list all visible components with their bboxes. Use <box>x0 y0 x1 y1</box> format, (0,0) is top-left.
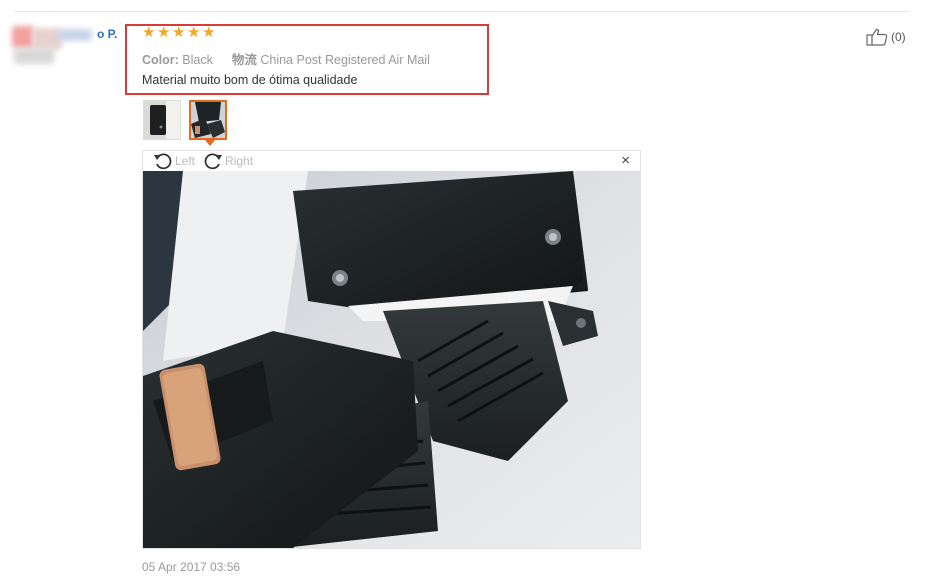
review-photo-thumbnail[interactable] <box>143 100 181 140</box>
color-label: Color: <box>142 53 179 67</box>
review-photo <box>143 171 640 548</box>
review-photo-thumbnail-active[interactable] <box>189 100 227 140</box>
rotate-right-label: Right <box>225 154 254 168</box>
avatar <box>12 24 92 70</box>
reviewer-name-link[interactable]: o P. <box>97 27 117 41</box>
color-value: Black <box>182 53 213 67</box>
photo-thumbnail-image <box>144 101 180 139</box>
rotate-left-button[interactable]: Left <box>153 152 195 170</box>
star-icon: ★ <box>202 24 216 41</box>
rotate-right-button[interactable]: Right <box>203 152 253 170</box>
star-icon: ★ <box>142 24 156 41</box>
rotate-right-icon <box>204 153 223 170</box>
photo-thumbnail-image <box>191 102 225 138</box>
active-thumbnail-indicator <box>205 140 215 146</box>
shipping-value: China Post Registered Air Mail <box>260 53 430 67</box>
thumbs-up-icon <box>866 28 888 46</box>
viewer-toolbar: Left Right <box>153 151 261 171</box>
helpful-count: (0) <box>891 30 906 44</box>
star-icon: ★ <box>187 24 201 41</box>
close-viewer-button[interactable]: × <box>621 153 630 169</box>
review-date: 05 Apr 2017 03:56 <box>142 560 241 574</box>
section-divider <box>14 11 909 12</box>
review-meta: Color: Black 物流 China Post Registered Ai… <box>142 49 430 68</box>
star-icon: ★ <box>172 24 186 41</box>
shipping-label: 物流 <box>231 53 257 67</box>
photo-viewer: Left Right × <box>142 150 641 549</box>
rotate-left-icon <box>154 153 172 170</box>
rotate-left-label: Left <box>175 154 196 168</box>
star-rating: ★ ★ ★ ★ ★ <box>142 24 216 41</box>
review-text: Material muito bom de ótima qualidade <box>142 73 358 87</box>
helpful-button[interactable]: (0) <box>866 28 906 46</box>
star-icon: ★ <box>157 24 171 41</box>
photo-image <box>143 171 640 548</box>
